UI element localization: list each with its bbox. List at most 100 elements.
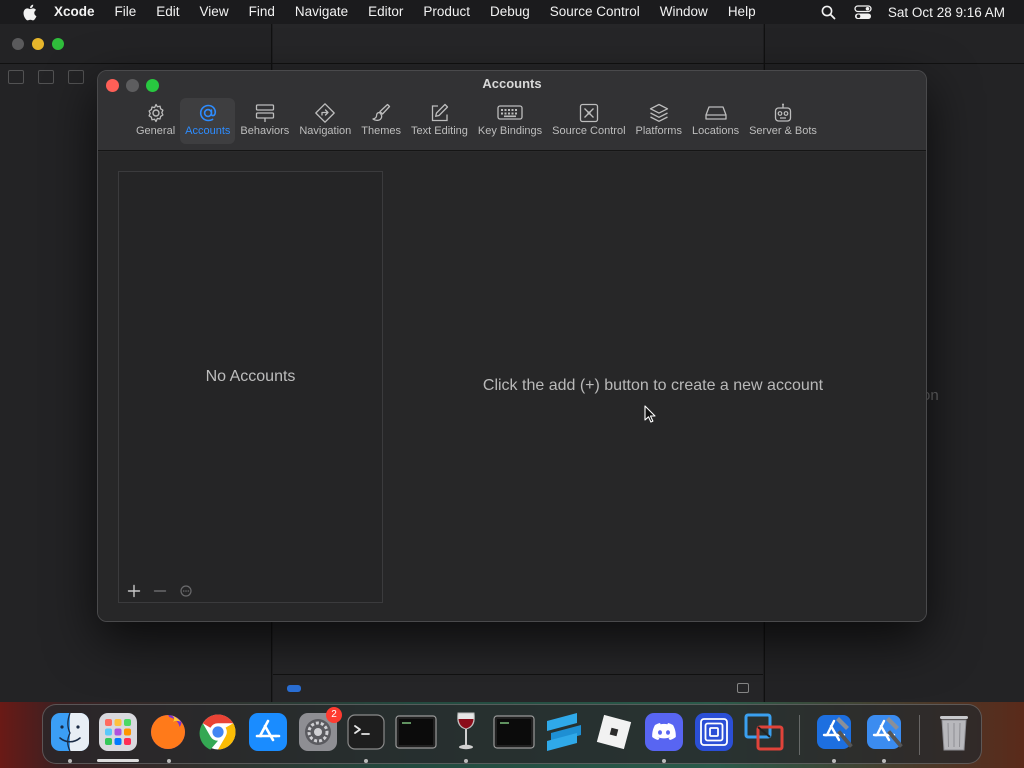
dock-running-indicator <box>882 759 886 763</box>
empty-list-label: No Accounts <box>205 368 296 385</box>
accounts-list[interactable]: No Accounts <box>118 171 383 603</box>
tab-label: Behaviors <box>240 125 290 137</box>
tab-key-bindings[interactable]: Key Bindings <box>473 98 547 144</box>
layers-icon <box>645 102 673 124</box>
dock-app-store-icon[interactable] <box>247 711 289 753</box>
source-control-icon <box>575 102 603 124</box>
navigation-icon <box>311 102 339 124</box>
bg-zoom-button[interactable] <box>52 38 64 50</box>
remove-account-button[interactable] <box>149 583 171 599</box>
menu-bar-clock[interactable]: Sat Oct 28 9:16 AM <box>880 5 1024 20</box>
dock-xcode-icon[interactable] <box>863 711 905 753</box>
bg-close-button[interactable] <box>12 38 24 50</box>
folder-icon[interactable] <box>8 70 24 84</box>
menu-editor[interactable]: Editor <box>358 0 413 24</box>
preferences-toolbar: Accounts General Accounts Behaviors Navi… <box>98 71 926 151</box>
menu-source-control[interactable]: Source Control <box>540 0 650 24</box>
dock-separator <box>799 715 800 755</box>
bg-minimize-button[interactable] <box>32 38 44 50</box>
hierarchy-icon[interactable] <box>68 70 84 84</box>
debug-bar <box>273 674 763 702</box>
menu-debug[interactable]: Debug <box>480 0 540 24</box>
dock-console-icon[interactable] <box>395 711 437 753</box>
keyboard-icon <box>496 102 524 124</box>
dock-sublime-icon[interactable] <box>543 711 585 753</box>
background-toolbar <box>0 24 1024 64</box>
dock-running-indicator <box>167 759 171 763</box>
dock-console-icon[interactable] <box>493 711 535 753</box>
dock-terminal-icon[interactable] <box>345 711 387 753</box>
menu-product[interactable]: Product <box>413 0 480 24</box>
dock-running-indicator <box>68 759 72 763</box>
menu-window[interactable]: Window <box>650 0 718 24</box>
dock-finder-icon[interactable] <box>49 711 91 753</box>
tab-server-and-bots[interactable]: Server & Bots <box>744 98 822 144</box>
dock-running-indicator <box>464 759 468 763</box>
notification-badge: 2 <box>326 707 342 723</box>
dock-running-indicator <box>662 759 666 763</box>
dock-discord-icon[interactable] <box>643 711 685 753</box>
tab-accounts[interactable]: Accounts <box>180 98 236 144</box>
tab-behaviors[interactable]: Behaviors <box>235 98 294 144</box>
pencil-square-icon <box>425 102 453 124</box>
control-center-icon[interactable] <box>854 3 872 21</box>
add-account-button[interactable] <box>123 583 145 599</box>
tab-general[interactable]: General <box>131 98 180 144</box>
menu-app-xcode[interactable]: Xcode <box>52 0 105 24</box>
tab-label: Platforms <box>635 125 682 137</box>
brush-icon <box>367 102 395 124</box>
menu-help[interactable]: Help <box>718 0 766 24</box>
tab-label: General <box>136 125 176 137</box>
behaviors-icon <box>251 102 279 124</box>
dock-settings-icon[interactable]: 2 <box>297 707 342 753</box>
empty-detail-label: Click the add (+) button to create a new… <box>482 377 824 394</box>
dock-running-indicator <box>832 759 836 763</box>
menu-find[interactable]: Find <box>239 0 285 24</box>
robot-icon <box>769 102 797 124</box>
dock-xcode-icon[interactable] <box>813 711 855 753</box>
dock-trash-icon[interactable] <box>933 711 975 753</box>
dock-separator <box>919 715 920 755</box>
at-sign-icon <box>194 102 222 124</box>
accounts-pane: No Accounts Click the add (+) button to … <box>98 152 926 621</box>
tab-locations[interactable]: Locations <box>687 98 744 144</box>
dock-roblox-icon[interactable] <box>593 711 635 753</box>
window-title: Accounts <box>482 76 542 91</box>
mouse-cursor-icon <box>644 405 656 423</box>
tab-label: Accounts <box>185 125 231 137</box>
menu-view[interactable]: View <box>190 0 239 24</box>
dock-firefox-icon[interactable] <box>147 711 189 753</box>
gear-icon <box>142 102 170 124</box>
tab-platforms[interactable]: Platforms <box>631 98 687 144</box>
account-options-button[interactable] <box>175 583 197 599</box>
list-controls <box>123 583 197 599</box>
navigator-tabs <box>8 70 84 84</box>
dock-running-indicator <box>364 759 368 763</box>
tab-themes[interactable]: Themes <box>356 98 406 144</box>
console-toggle-icon[interactable] <box>737 683 749 693</box>
tab-label: Key Bindings <box>477 125 543 137</box>
menu-bar: Xcode File Edit View Find Navigate Edito… <box>0 0 1024 24</box>
tab-source-control[interactable]: Source Control <box>547 98 630 144</box>
search-icon[interactable] <box>820 3 838 21</box>
tab-text-editing[interactable]: Text Editing <box>406 98 473 144</box>
accounts-preferences-window: Accounts General Accounts Behaviors Navi… <box>97 70 927 622</box>
tab-label: Locations <box>691 125 740 137</box>
breakpoint-toggle-icon[interactable] <box>287 685 301 692</box>
dock: 2 <box>42 704 982 764</box>
apple-menu-icon[interactable] <box>18 1 40 23</box>
source-control-nav-icon[interactable] <box>38 70 54 84</box>
dock-launchpad-icon[interactable] <box>97 711 139 753</box>
tab-label: Text Editing <box>411 125 468 137</box>
menu-file[interactable]: File <box>105 0 147 24</box>
dock-chrome-icon[interactable] <box>197 711 239 753</box>
tab-label: Server & Bots <box>749 125 817 137</box>
tab-label: Themes <box>361 125 402 137</box>
menu-navigate[interactable]: Navigate <box>285 0 358 24</box>
dock-parallels-icon[interactable] <box>743 711 785 753</box>
tab-navigation[interactable]: Navigation <box>294 98 356 144</box>
dock-tunnel-icon[interactable] <box>693 711 735 753</box>
dock-wine-icon[interactable] <box>445 711 487 753</box>
menu-edit[interactable]: Edit <box>146 0 189 24</box>
tab-label: Source Control <box>552 125 626 137</box>
